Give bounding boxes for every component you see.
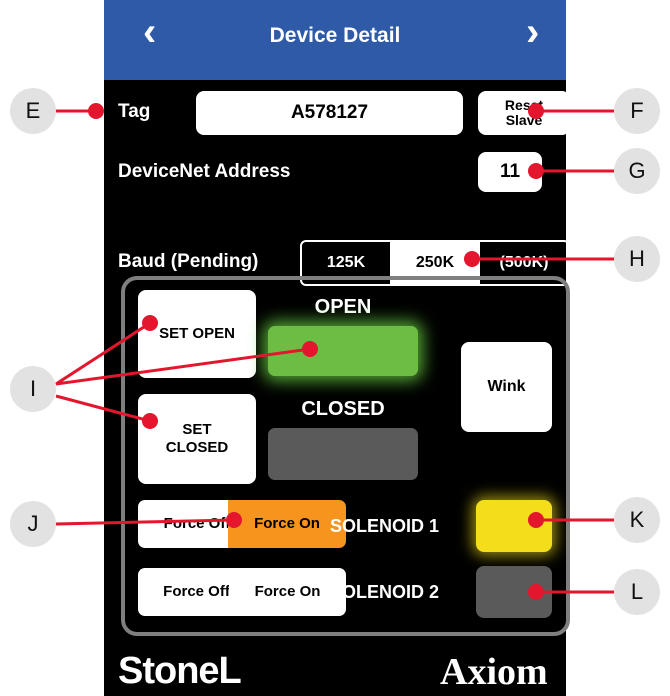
callout-leader-lines [55, 103, 617, 600]
callout-e: E [10, 88, 56, 134]
callout-g: G [614, 148, 660, 194]
callout-l: L [614, 569, 660, 615]
callout-j: J [10, 501, 56, 547]
callout-f: F [614, 88, 660, 134]
callout-k: K [614, 497, 660, 543]
callout-i: I [10, 366, 56, 412]
callout-h: H [614, 236, 660, 282]
